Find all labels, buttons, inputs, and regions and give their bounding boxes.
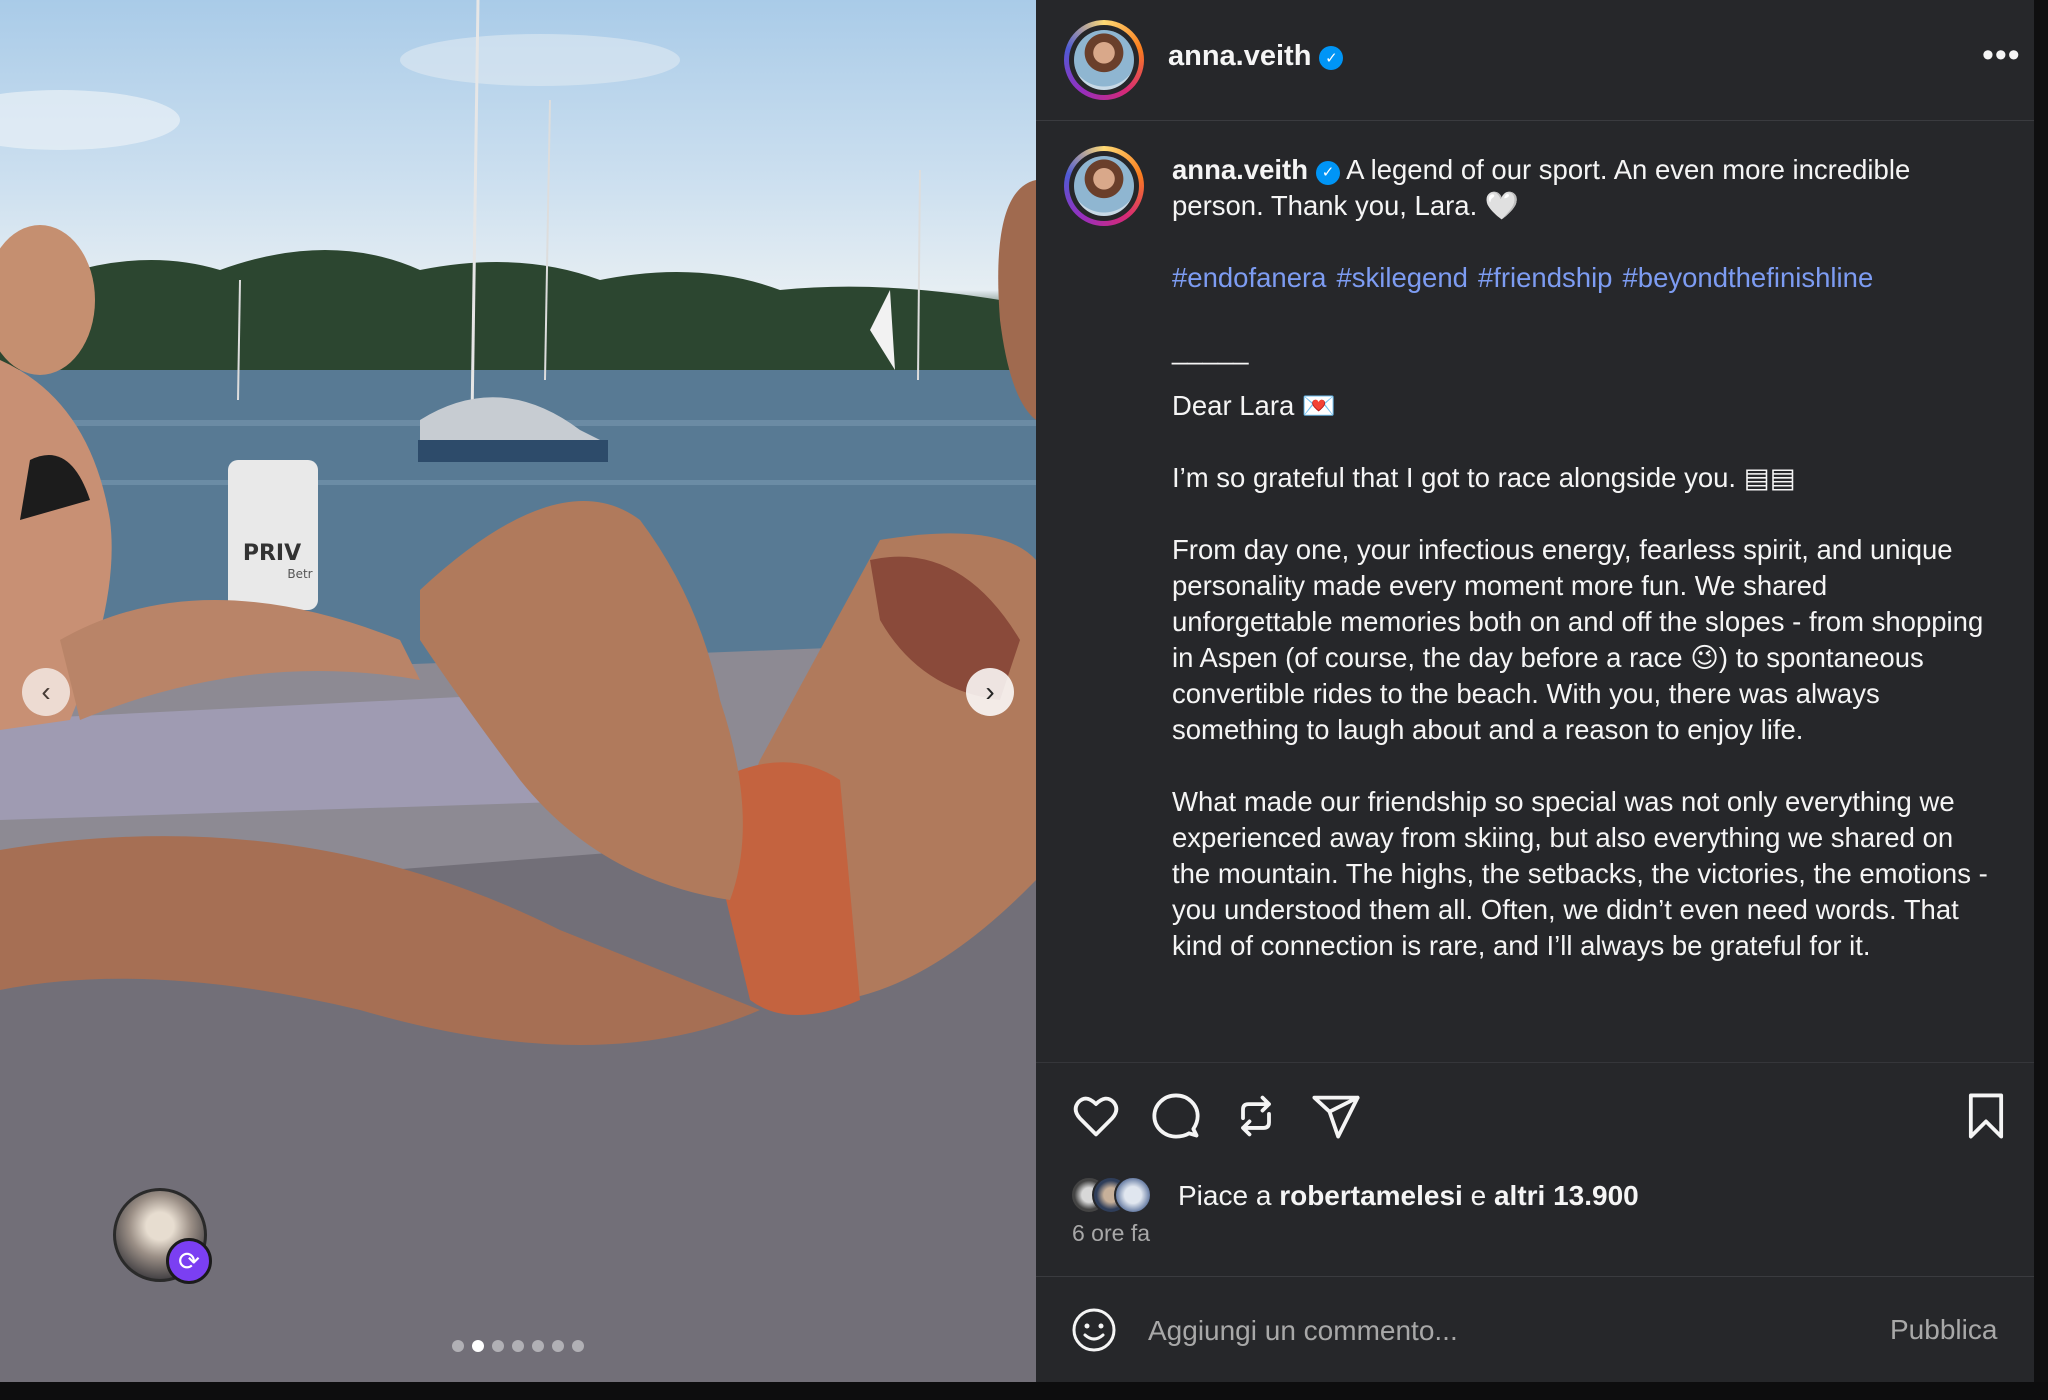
- hashtag-link[interactable]: #beyondthefinishline: [1622, 262, 1873, 293]
- carousel-dot: [552, 1340, 564, 1352]
- chevron-right-icon: ›: [985, 676, 995, 707]
- likes-connector: e: [1470, 1180, 1487, 1211]
- carousel-dot-active: [472, 1340, 484, 1352]
- repost-icon: [1241, 1095, 1271, 1137]
- carousel-next-button[interactable]: ›: [966, 668, 1014, 716]
- publish-button[interactable]: Pubblica: [1890, 1314, 1997, 1346]
- post-caption: anna.veith ✓ A legend of our sport. An ev…: [1172, 152, 1992, 964]
- sign-text: PRIV: [243, 541, 301, 566]
- post-timestamp[interactable]: 6 ore fa: [1072, 1220, 1150, 1247]
- carousel-dot: [492, 1340, 504, 1352]
- comment-input[interactable]: [1148, 1310, 1828, 1352]
- post-photo[interactable]: PRIV Betr ‹ › ⟳: [0, 0, 1036, 1382]
- carousel-dot: [452, 1340, 464, 1352]
- heart-icon: [1073, 1096, 1119, 1137]
- caption-author-avatar[interactable]: [1064, 146, 1144, 226]
- save-button[interactable]: [1960, 1090, 2012, 1142]
- verified-badge-icon: ✓: [1316, 161, 1341, 185]
- bookmark-icon: [1968, 1093, 2004, 1139]
- carousel-dot: [532, 1340, 544, 1352]
- likes-summary[interactable]: Piace a robertamelesi e altri 13.900: [1178, 1180, 1639, 1212]
- post-side-panel: anna.veith ✓ ••• anna.veith ✓ A legend of …: [1036, 0, 2034, 1382]
- comment-divider: [1036, 1276, 2034, 1277]
- caption-greeting: Dear Lara 💌: [1172, 390, 1337, 421]
- caption-separator: _____: [1172, 334, 1249, 365]
- like-button[interactable]: [1070, 1090, 1122, 1142]
- background-strip: [2034, 0, 2048, 1400]
- carousel-prev-button[interactable]: ‹: [22, 668, 70, 716]
- repost-badge-icon: ⟳: [166, 1238, 212, 1284]
- username-text[interactable]: anna.veith: [1168, 40, 1311, 72]
- header-divider: [1036, 120, 2034, 121]
- carousel-dot: [572, 1340, 584, 1352]
- share-icon: [1312, 1095, 1360, 1139]
- liker-avatar: [1114, 1176, 1152, 1214]
- caption-username[interactable]: anna.veith: [1172, 154, 1308, 185]
- hashtag-link[interactable]: #skilegend: [1336, 262, 1467, 293]
- carousel-dot: [512, 1340, 524, 1352]
- caption-paragraph: From day one, your infectious energy, fe…: [1172, 534, 1984, 745]
- repost-button[interactable]: [1230, 1090, 1282, 1142]
- hashtag-link[interactable]: #friendship: [1478, 262, 1613, 293]
- author-avatar[interactable]: [1064, 20, 1144, 100]
- liker-username[interactable]: robertamelesi: [1279, 1180, 1463, 1211]
- emoji-button[interactable]: [1070, 1306, 1118, 1354]
- photo-scene: PRIV Betr: [0, 0, 1036, 1382]
- caption-line: I’m so grateful that I got to race along…: [1172, 462, 1796, 493]
- verified-badge-icon: ✓: [1319, 46, 1344, 70]
- carousel-indicator: [452, 1340, 584, 1352]
- sign-subtext: Betr: [287, 567, 312, 581]
- likes-prefix: Piace a: [1178, 1180, 1272, 1211]
- background-strip: [0, 1382, 2048, 1400]
- caption-paragraph: What made our friendship so special was …: [1172, 786, 1988, 961]
- smiley-icon: [1072, 1308, 1116, 1352]
- likes-count[interactable]: altri 13.900: [1494, 1180, 1639, 1211]
- chevron-left-icon: ‹: [41, 676, 51, 707]
- hashtag-list: #endofanera #skilegend #friendship #beyondt…: [1172, 260, 1992, 296]
- author-username-header[interactable]: anna.veith ✓: [1168, 40, 1344, 73]
- comment-icon: [1152, 1093, 1200, 1139]
- actions-divider: [1036, 1062, 2034, 1063]
- hashtag-link[interactable]: #endofanera: [1172, 262, 1326, 293]
- share-button[interactable]: [1310, 1090, 1362, 1142]
- comment-button[interactable]: [1150, 1090, 1202, 1142]
- liker-avatars[interactable]: [1070, 1176, 1152, 1216]
- more-options-button[interactable]: •••: [1982, 36, 2021, 75]
